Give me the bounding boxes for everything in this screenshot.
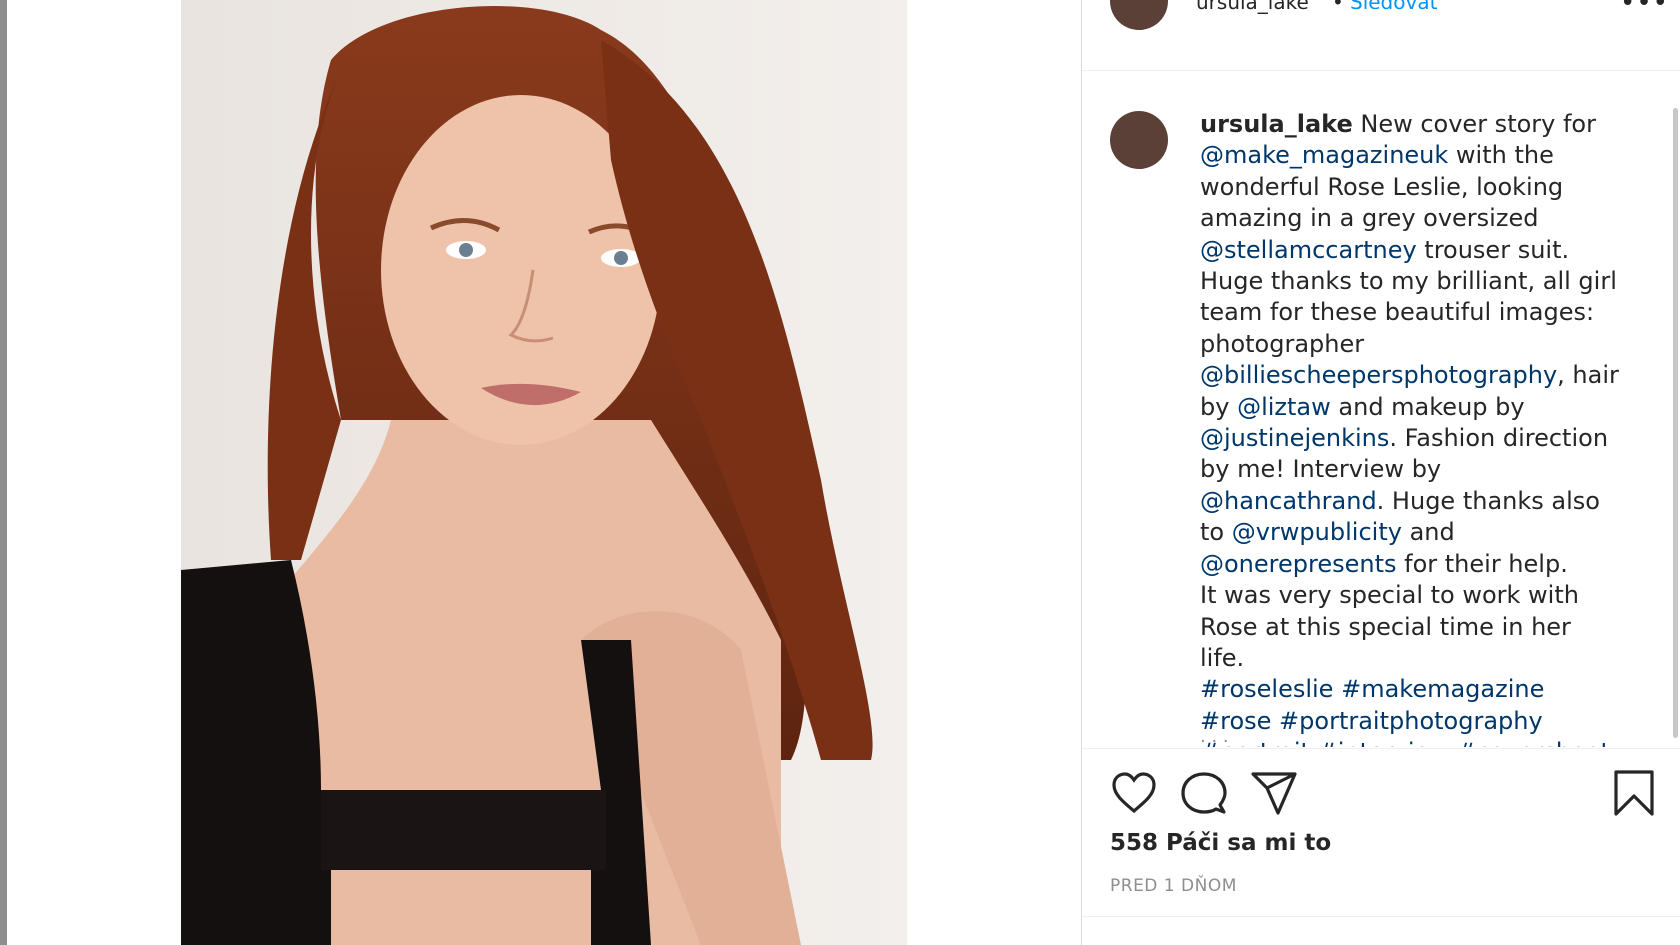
mention-link[interactable]: @hancathrand <box>1200 487 1377 515</box>
post-header: ursula_lake • Sledovať ••• <box>1082 0 1680 71</box>
caption-segment: and <box>1401 518 1455 547</box>
avatar[interactable] <box>1110 0 1168 30</box>
caption-avatar[interactable] <box>1110 111 1168 169</box>
mention-link[interactable]: @onerepresents <box>1200 550 1397 578</box>
caption-fade: · · · <box>1200 731 1229 747</box>
heart-icon[interactable] <box>1110 769 1158 817</box>
header-separator: • <box>1332 0 1344 14</box>
caption-segment: It was very special to work with Rose at… <box>1200 581 1579 672</box>
share-icon[interactable] <box>1250 769 1298 817</box>
post-actions: 558 Páči sa mi to PRED 1 DŇOM <box>1082 748 1680 917</box>
scrollbar[interactable] <box>1673 108 1678 738</box>
follow-button[interactable]: Sledovať <box>1350 0 1437 14</box>
hashtag-link[interactable]: #interview <box>1318 738 1449 747</box>
comment-icon[interactable] <box>1180 769 1228 817</box>
caption-segment: for their help. <box>1396 549 1568 578</box>
likes-count[interactable]: 558 Páči sa mi to <box>1110 830 1331 856</box>
hashtag-link[interactable]: #roseleslie <box>1200 675 1333 703</box>
hashtag-link[interactable]: #portraitphotography <box>1279 707 1543 735</box>
mention-link[interactable]: @liztaw <box>1237 393 1331 421</box>
more-options-icon[interactable]: ••• <box>1620 0 1669 18</box>
mention-link[interactable]: @billiescheepersphotography <box>1200 361 1557 389</box>
caption-segment <box>1310 738 1318 747</box>
portrait-image <box>181 0 907 945</box>
caption-segment <box>1271 707 1279 735</box>
caption-segment: New cover story for <box>1352 110 1596 138</box>
mention-link[interactable]: @justinejenkins <box>1200 424 1389 452</box>
header-username[interactable]: ursula_lake <box>1196 0 1309 14</box>
window-edge <box>0 0 7 945</box>
caption-section: ursula_lake New cover story for @make_ma… <box>1082 71 1680 747</box>
caption-segment <box>1449 738 1457 747</box>
caption-segment: and makeup by <box>1330 392 1525 421</box>
caption-text: ursula_lake New cover story for @make_ma… <box>1200 109 1620 747</box>
mention-link[interactable]: @stellamccartney <box>1200 236 1417 264</box>
post-timestamp[interactable]: PRED 1 DŇOM <box>1110 876 1237 896</box>
mention-link[interactable]: @vrwpublicity <box>1232 518 1402 546</box>
hashtag-link[interactable]: #makemagazine <box>1341 675 1544 703</box>
caption-username[interactable]: ursula_lake <box>1200 110 1353 138</box>
hashtag-link[interactable]: #covershoot <box>1457 738 1610 747</box>
caption-segment <box>1333 675 1341 703</box>
mention-link[interactable]: @make_magazineuk <box>1200 141 1448 169</box>
bookmark-icon[interactable] <box>1610 769 1658 817</box>
post-photo[interactable] <box>181 0 907 945</box>
